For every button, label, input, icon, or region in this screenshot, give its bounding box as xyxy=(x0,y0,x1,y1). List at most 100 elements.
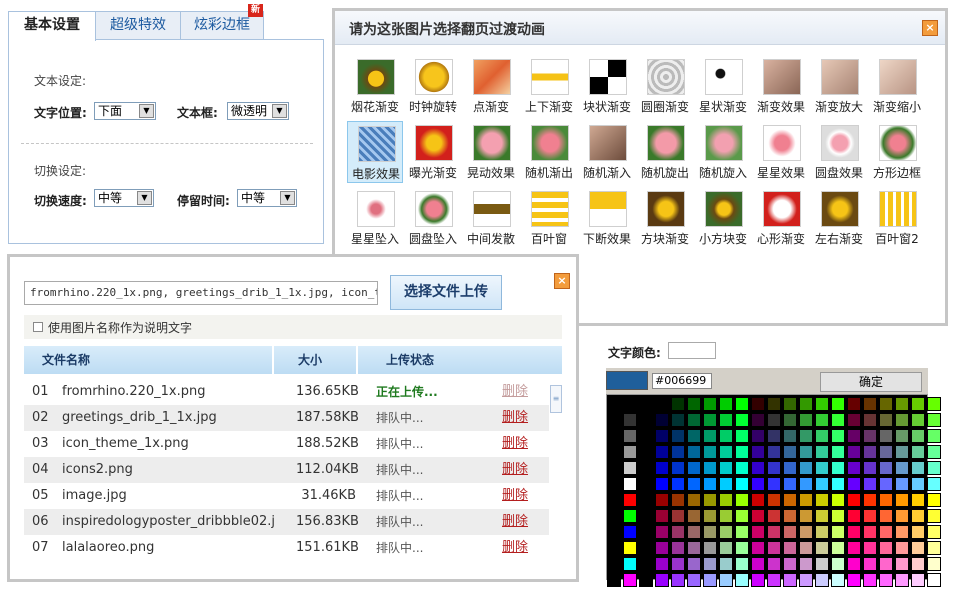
color-cell[interactable] xyxy=(655,413,669,427)
color-cell[interactable] xyxy=(783,477,797,491)
color-cell[interactable] xyxy=(799,509,813,523)
color-cell[interactable] xyxy=(703,509,717,523)
color-cell[interactable] xyxy=(639,461,653,475)
color-cell[interactable] xyxy=(623,397,637,411)
file-path-input[interactable]: fromrhino.220_1x.png, greetings_drib_1_1… xyxy=(24,281,378,305)
color-cell[interactable] xyxy=(847,557,861,571)
color-cell[interactable] xyxy=(783,557,797,571)
scrollbar-thumb[interactable]: ≡ xyxy=(550,385,562,413)
color-cell[interactable] xyxy=(639,477,653,491)
delete-link[interactable]: 删除 xyxy=(502,483,528,509)
color-cell[interactable] xyxy=(767,509,781,523)
color-cell[interactable] xyxy=(927,397,941,411)
color-cell[interactable] xyxy=(671,541,685,555)
color-cell[interactable] xyxy=(815,541,829,555)
color-cell[interactable] xyxy=(799,397,813,411)
color-cell[interactable] xyxy=(895,461,909,475)
color-cell[interactable] xyxy=(751,509,765,523)
color-cell[interactable] xyxy=(767,397,781,411)
color-cell[interactable] xyxy=(863,573,877,587)
color-cell[interactable] xyxy=(895,445,909,459)
color-cell[interactable] xyxy=(671,461,685,475)
color-cell[interactable] xyxy=(719,573,733,587)
color-cell[interactable] xyxy=(911,557,925,571)
text-position-select[interactable]: 下面 ▼ xyxy=(94,102,156,120)
color-cell[interactable] xyxy=(623,509,637,523)
effect-option[interactable]: 圆盘坠入 xyxy=(405,187,461,249)
color-cell[interactable] xyxy=(879,429,893,443)
color-cell[interactable] xyxy=(767,525,781,539)
color-cell[interactable] xyxy=(735,541,749,555)
effect-option[interactable]: 电影效果 xyxy=(347,121,403,183)
color-cell[interactable] xyxy=(623,541,637,555)
color-cell[interactable] xyxy=(927,509,941,523)
color-cell[interactable] xyxy=(719,445,733,459)
color-cell[interactable] xyxy=(735,397,749,411)
color-cell[interactable] xyxy=(927,493,941,507)
scrollbar[interactable]: ≡ xyxy=(550,381,562,561)
select-upload-button[interactable]: 选择文件上传 xyxy=(390,275,502,310)
color-cell[interactable] xyxy=(751,493,765,507)
color-cell[interactable] xyxy=(831,429,845,443)
color-cell[interactable] xyxy=(799,445,813,459)
effect-option[interactable]: 点渐变 xyxy=(463,55,519,117)
color-cell[interactable] xyxy=(607,445,621,459)
color-cell[interactable] xyxy=(751,413,765,427)
color-cell[interactable] xyxy=(895,541,909,555)
color-cell[interactable] xyxy=(831,541,845,555)
color-cell[interactable] xyxy=(783,541,797,555)
effect-option[interactable]: 星状渐变 xyxy=(695,55,751,117)
stay-time-select[interactable]: 中等 ▼ xyxy=(237,189,297,207)
color-cell[interactable] xyxy=(655,397,669,411)
color-cell[interactable] xyxy=(655,557,669,571)
color-cell[interactable] xyxy=(927,557,941,571)
color-cell[interactable] xyxy=(719,429,733,443)
effect-option[interactable]: 上下渐变 xyxy=(521,55,577,117)
color-cell[interactable] xyxy=(655,525,669,539)
color-cell[interactable] xyxy=(671,525,685,539)
text-box-select[interactable]: 微透明 ▼ xyxy=(227,102,289,120)
color-cell[interactable] xyxy=(815,429,829,443)
color-cell[interactable] xyxy=(623,525,637,539)
delete-link[interactable]: 删除 xyxy=(502,431,528,457)
color-cell[interactable] xyxy=(687,429,701,443)
color-cell[interactable] xyxy=(863,445,877,459)
color-cell[interactable] xyxy=(927,477,941,491)
color-cell[interactable] xyxy=(639,573,653,587)
color-cell[interactable] xyxy=(719,397,733,411)
color-cell[interactable] xyxy=(735,477,749,491)
color-cell[interactable] xyxy=(863,413,877,427)
color-cell[interactable] xyxy=(799,429,813,443)
color-cell[interactable] xyxy=(719,493,733,507)
color-cell[interactable] xyxy=(719,413,733,427)
color-cell[interactable] xyxy=(927,445,941,459)
color-cell[interactable] xyxy=(863,477,877,491)
color-cell[interactable] xyxy=(927,541,941,555)
effect-option[interactable]: 百叶窗2 xyxy=(869,187,925,249)
color-cell[interactable] xyxy=(767,541,781,555)
delete-link[interactable]: 删除 xyxy=(502,379,528,405)
color-cell[interactable] xyxy=(639,493,653,507)
effect-option[interactable]: 圆圈渐变 xyxy=(637,55,693,117)
color-cell[interactable] xyxy=(863,541,877,555)
color-cell[interactable] xyxy=(687,541,701,555)
color-cell[interactable] xyxy=(927,429,941,443)
color-cell[interactable] xyxy=(655,493,669,507)
color-cell[interactable] xyxy=(783,493,797,507)
color-cell[interactable] xyxy=(815,397,829,411)
color-cell[interactable] xyxy=(831,413,845,427)
color-cell[interactable] xyxy=(847,413,861,427)
color-cell[interactable] xyxy=(831,461,845,475)
color-cell[interactable] xyxy=(687,461,701,475)
color-cell[interactable] xyxy=(751,477,765,491)
delete-link[interactable]: 删除 xyxy=(502,457,528,483)
color-cell[interactable] xyxy=(911,573,925,587)
color-cell[interactable] xyxy=(703,541,717,555)
color-cell[interactable] xyxy=(815,477,829,491)
color-cell[interactable] xyxy=(879,397,893,411)
color-cell[interactable] xyxy=(911,477,925,491)
color-cell[interactable] xyxy=(783,397,797,411)
switch-speed-select[interactable]: 中等 ▼ xyxy=(94,189,154,207)
color-cell[interactable] xyxy=(767,573,781,587)
color-cell[interactable] xyxy=(847,429,861,443)
